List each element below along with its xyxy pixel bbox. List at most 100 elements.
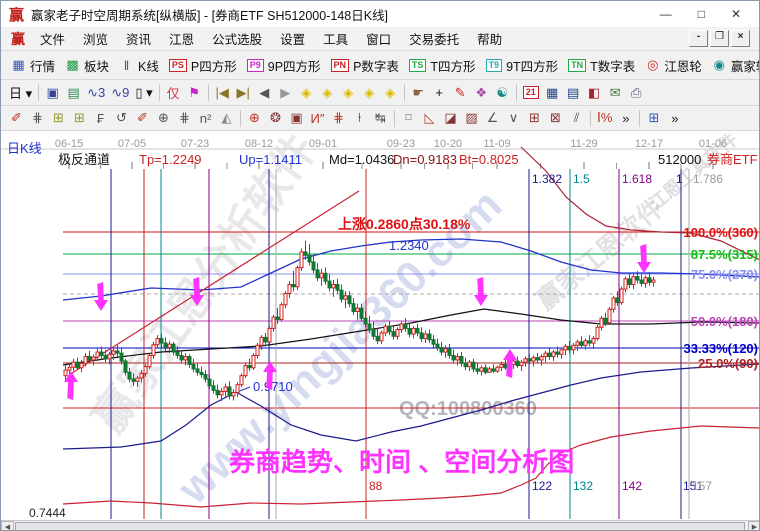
p9-square-button[interactable]: P99P四方形 bbox=[242, 54, 326, 77]
menu-item-8[interactable]: 交易委托 bbox=[400, 29, 468, 48]
diamond-left-button[interactable]: ◈ bbox=[296, 84, 317, 102]
close-button[interactable]: ✕ bbox=[731, 7, 741, 21]
hand-tool-button[interactable]: ☛ bbox=[408, 84, 429, 102]
wave-mark-tool[interactable]: И″ bbox=[307, 110, 328, 127]
scroll-right-button[interactable]: ▶ bbox=[748, 521, 760, 531]
menu-item-9[interactable]: 帮助 bbox=[468, 29, 511, 48]
kline-button[interactable]: ‖K线 bbox=[114, 54, 164, 77]
gold-grid2-tool[interactable]: ⊞ bbox=[69, 109, 90, 127]
candle-style-dropdown[interactable]: ▯ ▾ bbox=[132, 84, 155, 102]
chart-canvas[interactable]: www.yingjia360.com赢家江恩分析软件赢家江恩软件江恩工具软件QQ… bbox=[1, 131, 760, 520]
fib-ruler-tool[interactable]: ₣ bbox=[90, 110, 111, 127]
god-grid-tool[interactable]: ⋕ bbox=[328, 109, 349, 127]
save-button[interactable]: ◧ bbox=[584, 84, 605, 102]
chart-area[interactable]: www.yingjia360.com赢家江恩分析软件赢家江恩软件江恩工具软件QQ… bbox=[1, 131, 760, 520]
circle-ruler-tool[interactable]: ⊕ bbox=[153, 109, 174, 127]
gann-square-wheel-tool[interactable]: ▣ bbox=[286, 109, 307, 127]
mdi-minimize-button[interactable]: - bbox=[689, 30, 708, 47]
p-square-button[interactable]: PSP四方形 bbox=[164, 54, 242, 77]
diamond-shrink-button[interactable]: ◈ bbox=[380, 84, 401, 102]
t-number-table-button[interactable]: TNT数字表 bbox=[563, 54, 640, 77]
grid-fill-tool[interactable]: ⊠ bbox=[545, 109, 566, 127]
crosshair-tool-button[interactable]: + bbox=[429, 84, 450, 101]
chart9-icon[interactable]: ∿9 bbox=[108, 84, 132, 102]
last-bar-button[interactable]: ▶| bbox=[233, 84, 254, 102]
svg-text:1.382: 1.382 bbox=[532, 172, 562, 186]
menu-item-6[interactable]: 工具 bbox=[314, 29, 357, 48]
overflow-2[interactable]: » bbox=[664, 110, 685, 127]
zigzag-tool[interactable]: ∨ bbox=[503, 109, 524, 127]
n2-tool-icon: n² bbox=[198, 111, 213, 126]
menu-bar: 赢 文件浏览资讯江恩公式选股设置工具窗口交易委托帮助-❐× bbox=[1, 27, 759, 51]
diamond-right-button[interactable]: ◈ bbox=[317, 84, 338, 102]
gann-fan-tool[interactable]: ◺ bbox=[419, 109, 440, 127]
count-ruler-tool[interactable]: ⍿ bbox=[349, 109, 370, 127]
minimize-button[interactable]: — bbox=[660, 7, 672, 21]
next-bar-button[interactable]: ▶ bbox=[275, 84, 296, 102]
gann-wheel-small-tool[interactable]: ❂ bbox=[265, 109, 286, 127]
quotes-button[interactable]: ▦行情 bbox=[6, 54, 60, 77]
window-layout-icon[interactable]: ▣ bbox=[42, 84, 63, 102]
t-square-button[interactable]: TST四方形 bbox=[404, 54, 481, 77]
menu-item-2[interactable]: 资讯 bbox=[117, 29, 160, 48]
gann-ruler-tool[interactable]: ⋕ bbox=[27, 109, 48, 127]
n2-tool[interactable]: n² bbox=[195, 110, 216, 127]
box-select-tool[interactable]: ⌑ bbox=[398, 109, 419, 127]
count-ruler-tool-icon: ⍿ bbox=[352, 110, 367, 126]
brain-tool-button[interactable]: ☯ bbox=[492, 84, 513, 102]
toolbar-separator bbox=[240, 110, 241, 127]
pen-ruler-tool[interactable]: ✐ bbox=[132, 109, 153, 127]
diamond-expand-button[interactable]: ◈ bbox=[359, 84, 380, 102]
mirror-tool[interactable]: ◭ bbox=[216, 109, 237, 127]
prev-bar-button[interactable]: ◀ bbox=[254, 84, 275, 102]
t9-square-button[interactable]: T99T四方形 bbox=[481, 54, 564, 77]
scrollbar-thumb[interactable] bbox=[15, 522, 745, 531]
scroll-left-button[interactable]: ◀ bbox=[1, 521, 14, 531]
diamond-hmove-button[interactable]: ◈ bbox=[338, 84, 359, 102]
spiral-tool[interactable]: ↺ bbox=[111, 109, 132, 127]
mark-tool-button[interactable]: ✎ bbox=[450, 84, 471, 102]
sectors-button[interactable]: ▩板块 bbox=[60, 54, 114, 77]
print-button[interactable]: ⎙ bbox=[626, 84, 647, 102]
calendar-button[interactable]: 21 bbox=[520, 85, 542, 100]
width-measure-tool[interactable]: ↹ bbox=[370, 109, 391, 127]
menu-item-5[interactable]: 设置 bbox=[271, 29, 314, 48]
brush-tool[interactable]: ✐ bbox=[6, 109, 27, 127]
time-ruler-tool[interactable]: ⋕ bbox=[174, 109, 195, 127]
parallel-lines-tool[interactable]: ⫽ bbox=[566, 109, 587, 127]
menu-item-7[interactable]: 窗口 bbox=[357, 29, 400, 48]
gann-target-tool[interactable]: ⊕ bbox=[244, 109, 265, 127]
flag-icon[interactable]: ⚑ bbox=[184, 84, 205, 102]
angle-line-tool[interactable]: ∠ bbox=[482, 109, 503, 127]
notepad-button[interactable]: ▤ bbox=[563, 84, 584, 102]
calculator-button[interactable]: ▦ bbox=[542, 84, 563, 102]
mail-button[interactable]: ✉ bbox=[605, 84, 626, 102]
maximize-button[interactable]: □ bbox=[698, 7, 705, 21]
grid-tool[interactable]: ⊞ bbox=[524, 109, 545, 127]
period-day-dropdown[interactable]: 日 ▾ bbox=[6, 82, 35, 103]
purple-tool-button[interactable]: ❖ bbox=[471, 84, 492, 102]
p-number-table-button[interactable]: PNP数字表 bbox=[326, 54, 404, 77]
menu-item-4[interactable]: 公式选股 bbox=[203, 29, 271, 48]
menu-item-1[interactable]: 浏览 bbox=[74, 29, 117, 48]
p-number-table-button-badge-icon: PN bbox=[331, 59, 350, 72]
first-bar-button[interactable]: |◀ bbox=[212, 84, 233, 102]
mdi-restore-button[interactable]: ❐ bbox=[710, 30, 729, 47]
overflow-1[interactable]: » bbox=[615, 110, 636, 127]
percent-tool[interactable]: Ⅰ% bbox=[594, 109, 615, 127]
menu-item-3[interactable]: 江恩 bbox=[160, 29, 203, 48]
winner-wheel-button[interactable]: ◉赢家轮 bbox=[707, 54, 760, 77]
menu-item-0[interactable]: 文件 bbox=[31, 29, 74, 48]
mdi-close-button[interactable]: × bbox=[731, 30, 750, 47]
p-number-table-button-label: P数字表 bbox=[353, 56, 399, 75]
stock-switch-icon[interactable]: 仅 bbox=[163, 82, 184, 103]
gann-wheel-button[interactable]: ◎江恩轮 bbox=[640, 54, 707, 77]
square-grid-tool[interactable]: ⊞ bbox=[643, 109, 664, 127]
gann-box-tool[interactable]: ◪ bbox=[440, 109, 461, 127]
info-doc-icon[interactable]: ▤ bbox=[63, 84, 84, 102]
gold-grid-tool[interactable]: ⊞ bbox=[48, 109, 69, 127]
chart3-icon[interactable]: ∿3 bbox=[84, 84, 108, 102]
horizontal-scrollbar[interactable]: ◀ ▶ bbox=[1, 520, 760, 531]
shade-box-tool[interactable]: ▨ bbox=[461, 109, 482, 127]
next-bar-button-icon: ▶ bbox=[278, 85, 293, 101]
